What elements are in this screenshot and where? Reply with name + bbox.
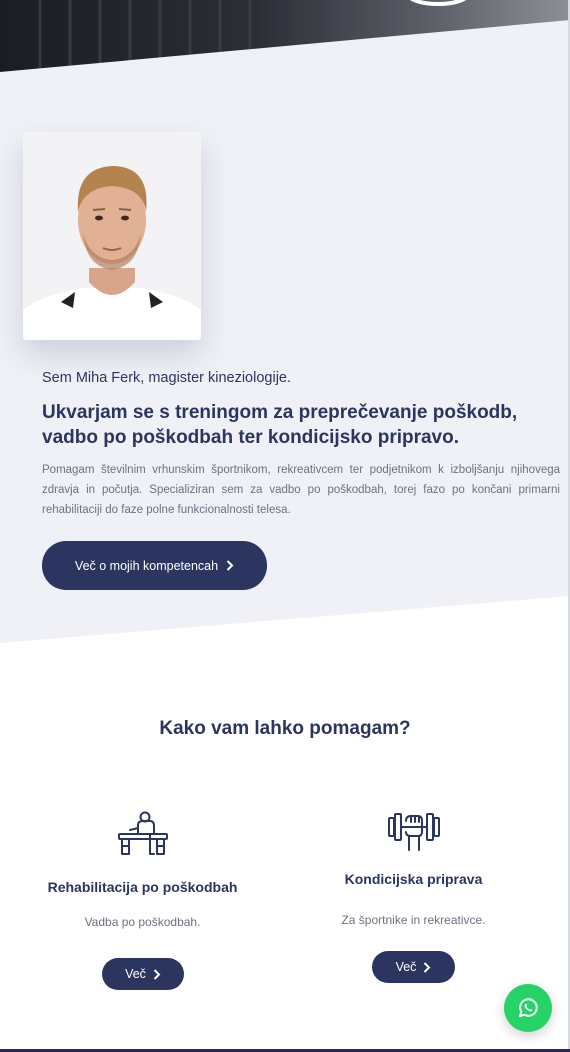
dumbbell-icon <box>388 813 440 851</box>
chevron-right-icon <box>226 560 234 571</box>
service-button-label: Več <box>395 960 417 974</box>
whatsapp-icon <box>519 998 538 1017</box>
about-description: Pomagam številnim vrhunskim športnikom, … <box>42 464 560 516</box>
service-text-rehabilitation: Vadba po poškodbah. <box>84 915 201 929</box>
chevron-right-icon <box>153 968 161 980</box>
service-button-label: Več <box>125 967 146 981</box>
competences-button-label: Več o mojih kompetencah <box>74 558 219 573</box>
service-title-rehabilitation: Rehabilitacija po poškodbah <box>47 879 238 895</box>
competences-button[interactable]: Več o mojih kompetencah <box>42 541 267 590</box>
intro-text: Sem Miha Ferk, magister kineziologije. <box>42 370 292 386</box>
services-section-title: Kako vam lahko pomagam? <box>159 718 411 739</box>
profile-photo <box>23 132 201 340</box>
whatsapp-chat-button[interactable] <box>504 984 552 1032</box>
service-button-conditioning[interactable]: Več <box>372 951 455 983</box>
rehab-bench-icon <box>118 811 168 855</box>
service-button-rehabilitation[interactable]: Več <box>102 958 184 990</box>
about-headline: Ukvarjam se s treningom za preprečevanje… <box>42 402 518 448</box>
service-text-conditioning: Za športnike in rekreativce. <box>341 913 486 927</box>
profile-photo-illustration <box>23 132 201 340</box>
service-title-conditioning: Kondicijska priprava <box>344 871 483 887</box>
chevron-right-icon <box>424 961 431 973</box>
